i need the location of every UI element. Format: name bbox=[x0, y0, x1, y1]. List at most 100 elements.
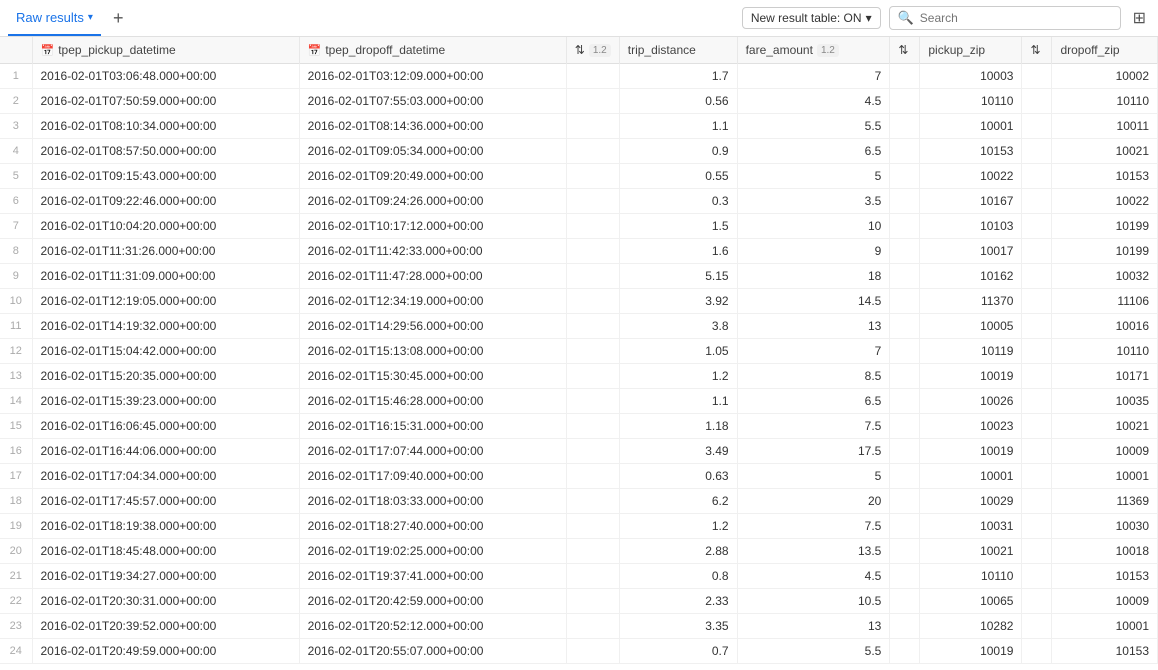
cell-pickup-datetime: 2016-02-01T03:06:48.000+00:00 bbox=[32, 64, 299, 89]
table-row: 20 2016-02-01T18:45:48.000+00:00 2016-02… bbox=[0, 539, 1158, 564]
results-table: 📅 tpep_pickup_datetime 📅 tpep_dropoff_da… bbox=[0, 37, 1158, 664]
cell-rownum: 21 bbox=[0, 564, 32, 589]
layout-icon[interactable]: ⊞ bbox=[1129, 8, 1150, 28]
cell-fare-amount: 7.5 bbox=[737, 514, 890, 539]
raw-results-tab[interactable]: Raw results ▾ bbox=[8, 0, 101, 36]
cell-dropoff-zip: 10001 bbox=[1052, 614, 1158, 639]
add-tab-button[interactable]: + bbox=[109, 8, 128, 29]
cell-empty2 bbox=[890, 114, 920, 139]
cell-pickup-zip: 10153 bbox=[920, 139, 1022, 164]
cell-dropoff-datetime: 2016-02-01T15:13:08.000+00:00 bbox=[299, 339, 566, 364]
cell-dropoff-datetime: 2016-02-01T16:15:31.000+00:00 bbox=[299, 414, 566, 439]
cell-trip-distance: 0.7 bbox=[619, 639, 737, 664]
table-row: 22 2016-02-01T20:30:31.000+00:00 2016-02… bbox=[0, 589, 1158, 614]
cell-rownum: 17 bbox=[0, 464, 32, 489]
search-input[interactable] bbox=[920, 11, 1112, 25]
cell-trip-distance: 1.1 bbox=[619, 389, 737, 414]
new-result-table-chevron: ▾ bbox=[866, 11, 872, 25]
cell-fare-amount: 6.5 bbox=[737, 139, 890, 164]
cell-empty3 bbox=[1022, 189, 1052, 214]
cell-fare-amount: 3.5 bbox=[737, 189, 890, 214]
col-header-trip-distance[interactable]: trip_distance bbox=[619, 37, 737, 64]
cell-dropoff-zip: 10110 bbox=[1052, 89, 1158, 114]
cell-empty bbox=[566, 389, 619, 414]
table-body: 1 2016-02-01T03:06:48.000+00:00 2016-02-… bbox=[0, 64, 1158, 664]
cell-empty bbox=[566, 564, 619, 589]
col-header-sort1[interactable]: ⇅ 1.2 bbox=[566, 37, 619, 64]
cell-empty3 bbox=[1022, 339, 1052, 364]
cell-rownum: 18 bbox=[0, 489, 32, 514]
cell-pickup-datetime: 2016-02-01T17:04:34.000+00:00 bbox=[32, 464, 299, 489]
table-row: 16 2016-02-01T16:44:06.000+00:00 2016-02… bbox=[0, 439, 1158, 464]
cell-pickup-zip: 10110 bbox=[920, 89, 1022, 114]
cell-trip-distance: 0.56 bbox=[619, 89, 737, 114]
col-header-fare-amount[interactable]: fare_amount 1.2 bbox=[737, 37, 890, 64]
col-header-sort2[interactable]: ⇅ bbox=[890, 37, 920, 64]
cell-empty bbox=[566, 189, 619, 214]
col-header-sort3[interactable]: ⇅ bbox=[1022, 37, 1052, 64]
cell-rownum: 12 bbox=[0, 339, 32, 364]
cell-pickup-zip: 10019 bbox=[920, 364, 1022, 389]
cell-dropoff-zip: 10035 bbox=[1052, 389, 1158, 414]
cell-dropoff-zip: 10153 bbox=[1052, 639, 1158, 664]
cell-empty2 bbox=[890, 614, 920, 639]
col-label-pickup: tpep_pickup_datetime bbox=[58, 43, 175, 57]
cell-empty bbox=[566, 439, 619, 464]
cell-pickup-zip: 10110 bbox=[920, 564, 1022, 589]
cell-empty3 bbox=[1022, 64, 1052, 89]
cell-empty bbox=[566, 464, 619, 489]
cell-empty bbox=[566, 64, 619, 89]
cell-empty2 bbox=[890, 389, 920, 414]
cell-trip-distance: 0.9 bbox=[619, 139, 737, 164]
table-row: 14 2016-02-01T15:39:23.000+00:00 2016-02… bbox=[0, 389, 1158, 414]
cell-trip-distance: 1.7 bbox=[619, 64, 737, 89]
cell-empty bbox=[566, 264, 619, 289]
cell-trip-distance: 0.8 bbox=[619, 564, 737, 589]
cell-trip-distance: 1.05 bbox=[619, 339, 737, 364]
cell-dropoff-datetime: 2016-02-01T19:37:41.000+00:00 bbox=[299, 564, 566, 589]
cell-empty2 bbox=[890, 289, 920, 314]
cell-trip-distance: 2.33 bbox=[619, 589, 737, 614]
cell-fare-amount: 13 bbox=[737, 314, 890, 339]
table-row: 7 2016-02-01T10:04:20.000+00:00 2016-02-… bbox=[0, 214, 1158, 239]
cell-rownum: 6 bbox=[0, 189, 32, 214]
col-header-dropoff-zip[interactable]: dropoff_zip bbox=[1052, 37, 1158, 64]
cell-fare-amount: 5 bbox=[737, 164, 890, 189]
new-result-table-toggle[interactable]: New result table: ON ▾ bbox=[742, 7, 881, 29]
cell-pickup-zip: 11370 bbox=[920, 289, 1022, 314]
cell-fare-amount: 5 bbox=[737, 464, 890, 489]
cell-dropoff-zip: 10171 bbox=[1052, 364, 1158, 389]
cell-trip-distance: 6.2 bbox=[619, 489, 737, 514]
cell-trip-distance: 0.3 bbox=[619, 189, 737, 214]
cell-pickup-zip: 10022 bbox=[920, 164, 1022, 189]
cell-empty3 bbox=[1022, 164, 1052, 189]
cell-fare-amount: 6.5 bbox=[737, 389, 890, 414]
col-header-pickup-datetime[interactable]: 📅 tpep_pickup_datetime bbox=[32, 37, 299, 64]
col-label-trip-distance: trip_distance bbox=[628, 43, 696, 57]
table-row: 1 2016-02-01T03:06:48.000+00:00 2016-02-… bbox=[0, 64, 1158, 89]
cell-empty3 bbox=[1022, 439, 1052, 464]
cell-dropoff-datetime: 2016-02-01T08:14:36.000+00:00 bbox=[299, 114, 566, 139]
cell-empty2 bbox=[890, 364, 920, 389]
cell-dropoff-datetime: 2016-02-01T18:27:40.000+00:00 bbox=[299, 514, 566, 539]
col-header-pickup-zip[interactable]: pickup_zip bbox=[920, 37, 1022, 64]
cell-empty3 bbox=[1022, 639, 1052, 664]
table-row: 23 2016-02-01T20:39:52.000+00:00 2016-02… bbox=[0, 614, 1158, 639]
cell-empty2 bbox=[890, 414, 920, 439]
cell-dropoff-datetime: 2016-02-01T03:12:09.000+00:00 bbox=[299, 64, 566, 89]
type-badge-fare: 1.2 bbox=[817, 44, 839, 57]
cell-rownum: 2 bbox=[0, 89, 32, 114]
col-header-dropoff-datetime[interactable]: 📅 tpep_dropoff_datetime bbox=[299, 37, 566, 64]
cell-dropoff-zip: 10153 bbox=[1052, 164, 1158, 189]
cell-dropoff-datetime: 2016-02-01T18:03:33.000+00:00 bbox=[299, 489, 566, 514]
cell-empty2 bbox=[890, 589, 920, 614]
cell-empty bbox=[566, 139, 619, 164]
cell-dropoff-datetime: 2016-02-01T09:20:49.000+00:00 bbox=[299, 164, 566, 189]
cell-fare-amount: 13 bbox=[737, 614, 890, 639]
cell-empty bbox=[566, 89, 619, 114]
col-label-pickup-zip: pickup_zip bbox=[928, 43, 985, 57]
cell-empty3 bbox=[1022, 489, 1052, 514]
cell-empty2 bbox=[890, 539, 920, 564]
cell-empty3 bbox=[1022, 239, 1052, 264]
cell-rownum: 7 bbox=[0, 214, 32, 239]
